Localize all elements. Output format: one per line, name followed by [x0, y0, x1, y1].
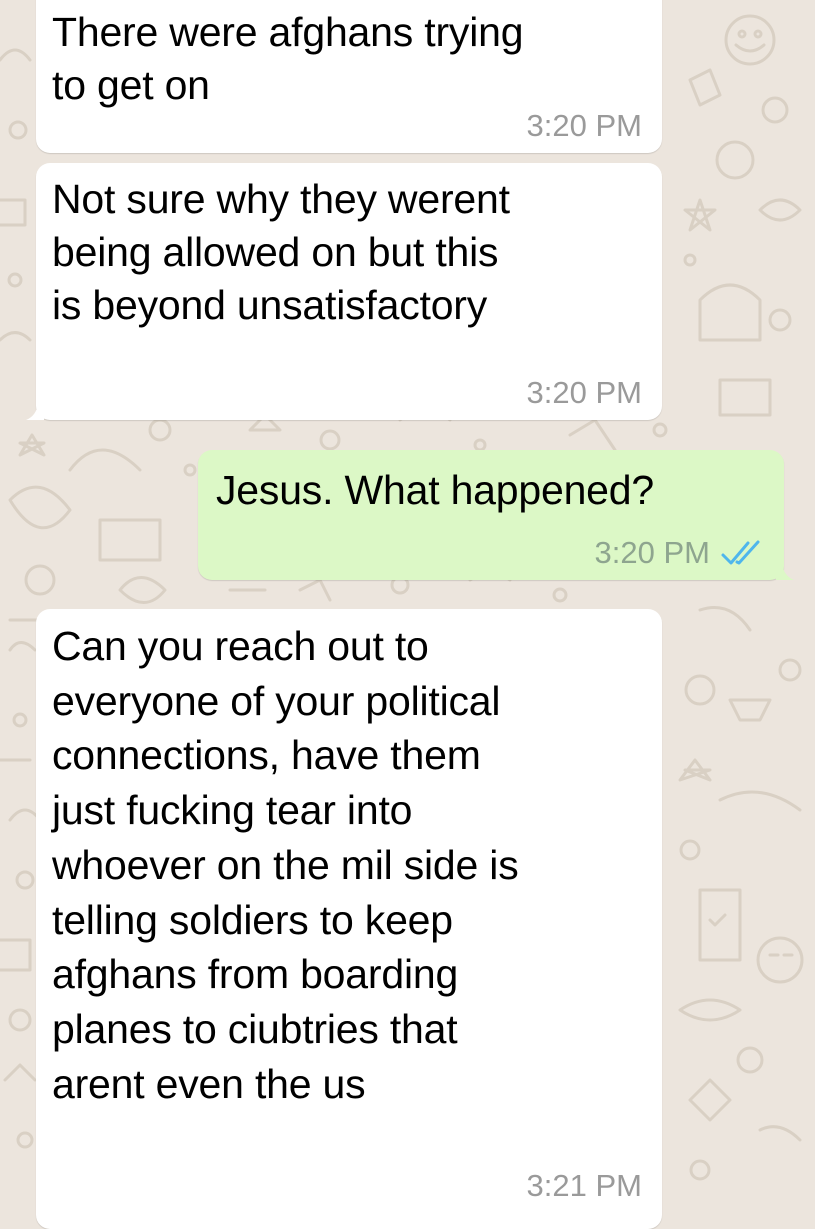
conversation[interactable]: There were afghans trying to get on 3:20… — [0, 0, 815, 1229]
outgoing-message-bubble[interactable]: Jesus. What happened? 3:20 PM — [198, 450, 794, 580]
double-check-read-icon — [721, 540, 760, 564]
bubble-tail-icon — [26, 404, 44, 420]
message-text: Not sure why they werent being allowed o… — [52, 176, 510, 328]
bubble-tail-icon — [776, 564, 794, 580]
message-meta: 3:20 PM — [595, 537, 764, 568]
incoming-message-bubble[interactable]: Can you reach out to everyone of your po… — [36, 609, 662, 1229]
incoming-message-bubble[interactable]: Not sure why they werent being allowed o… — [26, 163, 662, 420]
message-timestamp: 3:21 PM — [526, 1168, 642, 1203]
message-text: There were afghans trying to get on — [52, 9, 524, 108]
message-text: Jesus. What happened? — [216, 467, 654, 513]
message-text: Can you reach out to everyone of your po… — [52, 623, 519, 1107]
message-timestamp: 3:20 PM — [594, 535, 710, 570]
message-meta: 3:21 PM — [527, 1170, 642, 1201]
incoming-message-bubble[interactable]: There were afghans trying to get on 3:20… — [36, 0, 662, 153]
message-timestamp: 3:20 PM — [526, 108, 642, 143]
message-meta: 3:20 PM — [527, 110, 642, 141]
message-timestamp: 3:20 PM — [526, 375, 642, 410]
message-meta: 3:20 PM — [527, 377, 642, 408]
